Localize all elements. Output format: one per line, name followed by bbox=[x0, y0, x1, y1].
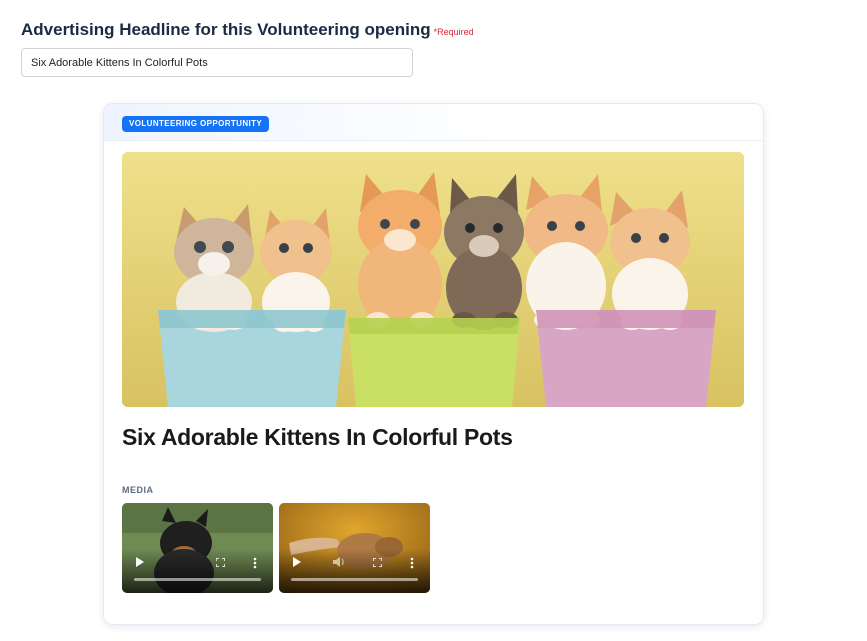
more-icon[interactable] bbox=[410, 557, 414, 569]
headline-label-text: Advertising Headline for this Volunteeri… bbox=[21, 20, 431, 39]
more-icon[interactable] bbox=[253, 557, 257, 569]
headline-field-label: Advertising Headline for this Volunteeri… bbox=[21, 20, 474, 40]
fullscreen-icon[interactable] bbox=[373, 558, 382, 567]
video-player-1[interactable] bbox=[122, 503, 273, 593]
video-controls bbox=[279, 549, 430, 593]
fullscreen-icon[interactable] bbox=[216, 558, 225, 567]
seek-bar[interactable] bbox=[291, 578, 418, 581]
card-title: Six Adorable Kittens In Colorful Pots bbox=[122, 424, 513, 450]
play-icon[interactable] bbox=[136, 557, 144, 567]
preview-card: VOLUNTEERING OPPORTUNITY Six Adorable Ki… bbox=[103, 103, 764, 625]
required-indicator: *Required bbox=[433, 27, 474, 37]
hero-image bbox=[122, 152, 744, 407]
play-icon[interactable] bbox=[293, 557, 301, 567]
video-player-2[interactable] bbox=[279, 503, 430, 593]
video-controls bbox=[122, 549, 273, 593]
media-section-label: MEDIA bbox=[122, 485, 154, 495]
volume-icon[interactable] bbox=[333, 556, 347, 568]
card-header: VOLUNTEERING OPPORTUNITY bbox=[104, 104, 763, 141]
headline-input[interactable] bbox=[21, 48, 413, 77]
opportunity-badge: VOLUNTEERING OPPORTUNITY bbox=[122, 116, 270, 132]
seek-bar[interactable] bbox=[134, 578, 261, 581]
